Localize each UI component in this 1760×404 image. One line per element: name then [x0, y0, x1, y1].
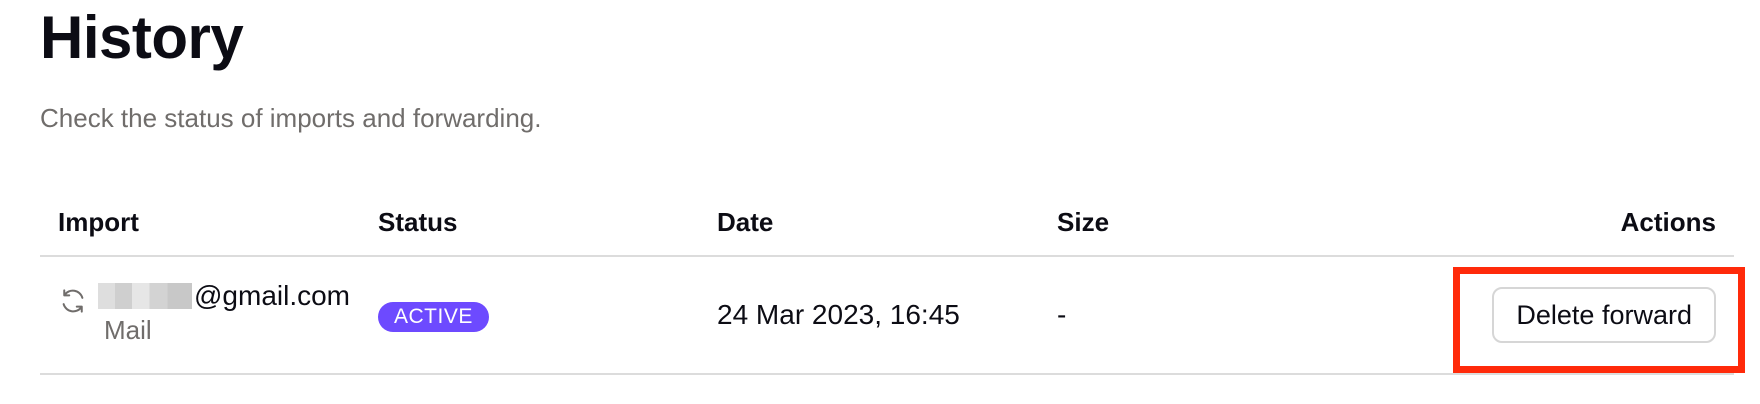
column-header-date: Date	[699, 190, 1039, 257]
import-type: Mail	[104, 315, 152, 345]
actions-cell: Delete forward	[1379, 256, 1734, 375]
history-table: Import Status Date Size Actions @gmail.c…	[40, 190, 1734, 375]
column-header-actions: Actions	[1379, 190, 1734, 257]
import-cell: @gmail.com Mail	[40, 256, 360, 375]
page-subtitle: Check the status of imports and forwardi…	[40, 103, 542, 133]
sync-icon	[62, 289, 84, 313]
date-cell: 24 Mar 2023, 16:45	[699, 256, 1039, 375]
size-cell: -	[1039, 256, 1379, 375]
page-title: History	[40, 4, 244, 71]
column-header-status: Status	[360, 190, 699, 257]
column-header-import: Import	[40, 190, 360, 257]
table-header-row: Import Status Date Size Actions	[40, 190, 1734, 257]
import-address: @gmail.com	[98, 278, 350, 314]
table-row: @gmail.com Mail ACTIVE 24 Mar 2023, 16:4…	[40, 256, 1734, 375]
redacted-email-prefix	[98, 283, 192, 309]
status-badge: ACTIVE	[378, 302, 489, 332]
delete-forward-button[interactable]: Delete forward	[1492, 287, 1716, 343]
history-page: History Check the status of imports and …	[0, 0, 1760, 404]
status-cell: ACTIVE	[360, 256, 699, 375]
column-header-size: Size	[1039, 190, 1379, 257]
import-address-domain: @gmail.com	[194, 280, 351, 311]
